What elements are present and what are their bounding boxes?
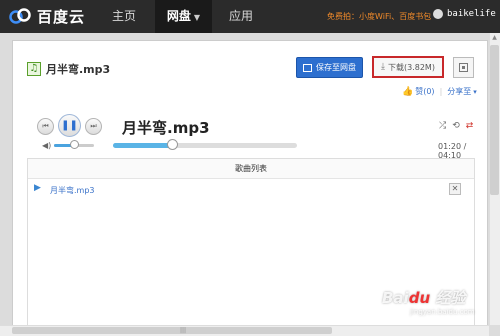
share-link[interactable]: 分享至 <box>447 86 471 97</box>
promo-text: 免费拍：小度WiFi、百度书包 <box>327 11 431 22</box>
download-button[interactable]: ⤓ 下载(3.82M) <box>372 56 444 78</box>
shuffle-icon[interactable]: ⤮ <box>439 121 446 131</box>
tab-apps[interactable]: 应用 <box>215 0 267 33</box>
file-header: ♫ 月半弯.mp3 <box>27 61 110 77</box>
tab-netdisk[interactable]: 网盘 ▼ <box>155 0 212 33</box>
close-icon[interactable]: ✕ <box>449 183 461 195</box>
username: baikelife <box>447 9 496 19</box>
thumbs-up-icon: 👍 <box>402 86 414 97</box>
avatar-icon <box>433 9 443 19</box>
tab-netdisk-label: 网盘 <box>166 9 191 23</box>
baidu-cloud-logo[interactable]: 百度云 <box>8 6 85 26</box>
audio-player: ⏮ ❚❚ ⏭ ◀) 月半弯.mp3 ⤮ ⟲ ⇄ 01:20 / 04:10 <box>27 101 475 160</box>
volume-icon[interactable]: ◀) <box>42 141 51 150</box>
save-icon <box>303 63 312 72</box>
logo-text: 百度云 <box>37 7 86 26</box>
play-mode-controls: ⤮ ⟲ ⇄ <box>439 121 473 131</box>
tab-home[interactable]: 主页 <box>96 0 152 33</box>
like-share-bar: 👍 赞(0) | 分享至 ▾ <box>402 86 477 97</box>
next-icon: ⏭ <box>90 122 97 130</box>
save-to-disk-button[interactable]: 保存至网盘 <box>296 57 363 78</box>
cloud-logo-icon <box>9 8 31 24</box>
download-button-label: 下载(3.82M) <box>388 62 435 72</box>
vertical-scroll-thumb[interactable] <box>490 45 499 195</box>
tab-home-label: 主页 <box>111 9 136 23</box>
tab-apps-label: 应用 <box>228 9 253 23</box>
chevron-down-icon: ▼ <box>193 13 201 22</box>
volume-slider-handle[interactable] <box>70 140 79 149</box>
divider: | <box>439 87 443 96</box>
song-title: 月半弯.mp3 <box>122 119 210 137</box>
like-link[interactable]: 赞(0) <box>415 86 434 97</box>
playlist-header: 歌曲列表 <box>28 159 474 179</box>
qrcode-button[interactable] <box>453 57 474 78</box>
top-nav: 百度云 主页 网盘 ▼ 应用 免费拍：小度WiFi、百度书包 baikelife <box>0 0 500 33</box>
promo-separator: 、 <box>391 12 400 21</box>
music-file-icon: ♫ <box>27 62 41 76</box>
playlist-panel: 歌曲列表 ▶ 月半弯.mp3 ✕ <box>27 158 475 336</box>
prev-button[interactable]: ⏮ <box>37 118 54 135</box>
next-button[interactable]: ⏭ <box>85 118 102 135</box>
watermark-subtext: jingyan.baidu.com <box>410 308 475 316</box>
scroll-up-icon[interactable]: ▲ <box>490 34 499 43</box>
loop-icon[interactable]: ⟲ <box>452 121 460 131</box>
progress-fill <box>113 143 172 148</box>
prev-icon: ⏮ <box>42 122 49 130</box>
save-button-label: 保存至网盘 <box>316 63 356 72</box>
play-icon[interactable]: ▶ <box>34 183 41 193</box>
chevron-down-icon: ▾ <box>473 87 477 96</box>
progress-slider-handle[interactable] <box>166 139 178 150</box>
promo-prefix: 免费拍： <box>327 12 359 21</box>
playlist-item-name[interactable]: 月半弯.mp3 <box>50 185 95 196</box>
list-item[interactable]: ▶ 月半弯.mp3 ✕ <box>28 181 474 199</box>
file-name: 月半弯.mp3 <box>46 63 111 76</box>
baidu-jingyan-watermark: Baidu 经验 <box>382 289 466 307</box>
scroll-grip-icon: ||| <box>180 327 187 334</box>
download-icon: ⤓ <box>381 62 385 72</box>
repeat-icon[interactable]: ⇄ <box>466 121 474 131</box>
promo-link-wifi[interactable]: 小度WiFi <box>359 12 391 21</box>
pause-button[interactable]: ❚❚ <box>58 114 81 137</box>
qrcode-icon <box>459 63 468 72</box>
user-menu[interactable]: baikelife <box>433 9 496 19</box>
promo-link-bag[interactable]: 百度书包 <box>399 12 431 21</box>
pause-icon: ❚❚ <box>61 120 78 131</box>
horizontal-scroll-thumb[interactable] <box>12 327 332 334</box>
